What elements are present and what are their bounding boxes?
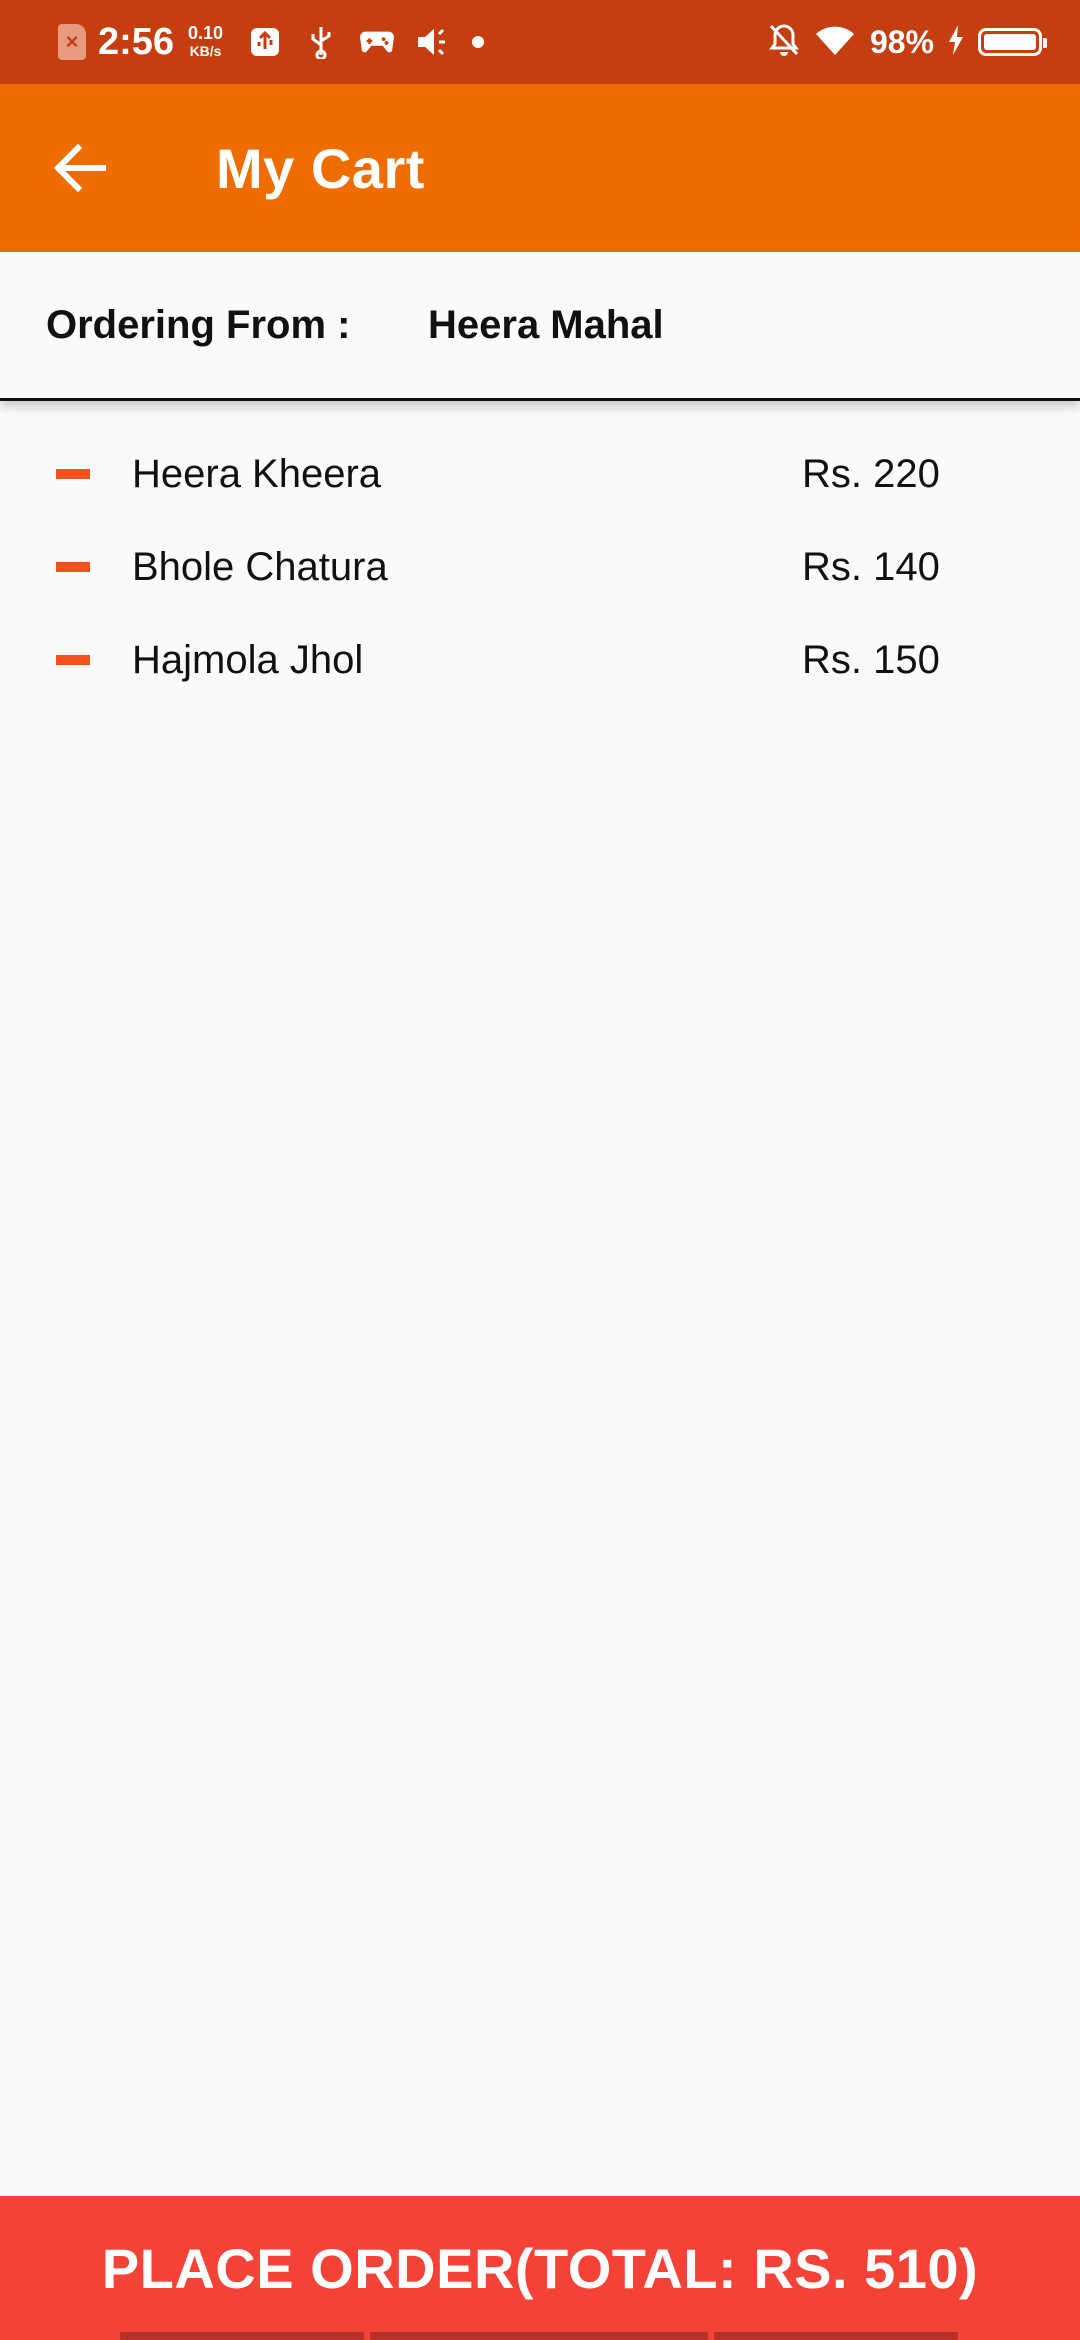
item-price: Rs. 220 (802, 452, 940, 496)
minus-icon (56, 469, 90, 479)
place-order-label: PLACE ORDER(TOTAL: RS. 510) (101, 2236, 979, 2300)
charging-icon (948, 24, 964, 60)
usb-icon (304, 25, 338, 59)
ordering-from-header: Ordering From : Heera Mahal (0, 252, 1080, 401)
wifi-icon (814, 24, 856, 61)
nav-hint-bar (714, 2332, 958, 2340)
item-price: Rs. 150 (802, 638, 940, 682)
notification-dot-icon (472, 0, 484, 84)
status-bar: × 2:56 0.10 KB/s 98% (0, 0, 1080, 84)
network-speed: 0.10 KB/s (188, 0, 223, 84)
arrow-left-icon (54, 144, 106, 192)
network-speed-value: 0.10 (188, 23, 224, 43)
gamepad-icon (360, 25, 394, 59)
remove-item-button[interactable] (40, 448, 106, 500)
nav-hint-bar (370, 2332, 708, 2340)
item-name: Bhole Chatura (132, 545, 388, 589)
minus-icon (56, 655, 90, 665)
item-price: Rs. 140 (802, 545, 940, 589)
back-button[interactable] (40, 128, 120, 208)
app-bar: My Cart (0, 84, 1080, 252)
cart-screen: × 2:56 0.10 KB/s 98% My Cart Ordering Fr… (0, 0, 1080, 2340)
status-time: 2:56 (98, 20, 175, 63)
cart-item: Heera Kheera Rs. 220 (0, 428, 1080, 521)
battery-icon (978, 28, 1047, 56)
usb-debug-icon (248, 25, 282, 59)
cart-item: Hajmola Jhol Rs. 150 (0, 614, 1080, 707)
remove-item-button[interactable] (40, 634, 106, 686)
minus-icon (56, 562, 90, 572)
place-order-button[interactable]: PLACE ORDER(TOTAL: RS. 510) (0, 2196, 1080, 2340)
bell-off-icon (768, 23, 800, 62)
battery-percent: 98% (869, 23, 934, 60)
sim-error-icon: × (58, 0, 86, 84)
item-name: Hajmola Jhol (132, 638, 364, 682)
mute-icon (416, 25, 450, 59)
network-speed-unit: KB/s (189, 43, 222, 59)
restaurant-name: Heera Mahal (428, 302, 664, 347)
item-name: Heera Kheera (132, 452, 382, 496)
status-icons-left (248, 0, 450, 84)
remove-item-button[interactable] (40, 541, 106, 593)
ordering-from-label: Ordering From : (46, 302, 351, 347)
page-title: My Cart (216, 136, 425, 200)
cart-item: Bhole Chatura Rs. 140 (0, 521, 1080, 614)
nav-hint-bar (120, 2332, 364, 2340)
status-icons-right: 98% (768, 0, 1047, 84)
